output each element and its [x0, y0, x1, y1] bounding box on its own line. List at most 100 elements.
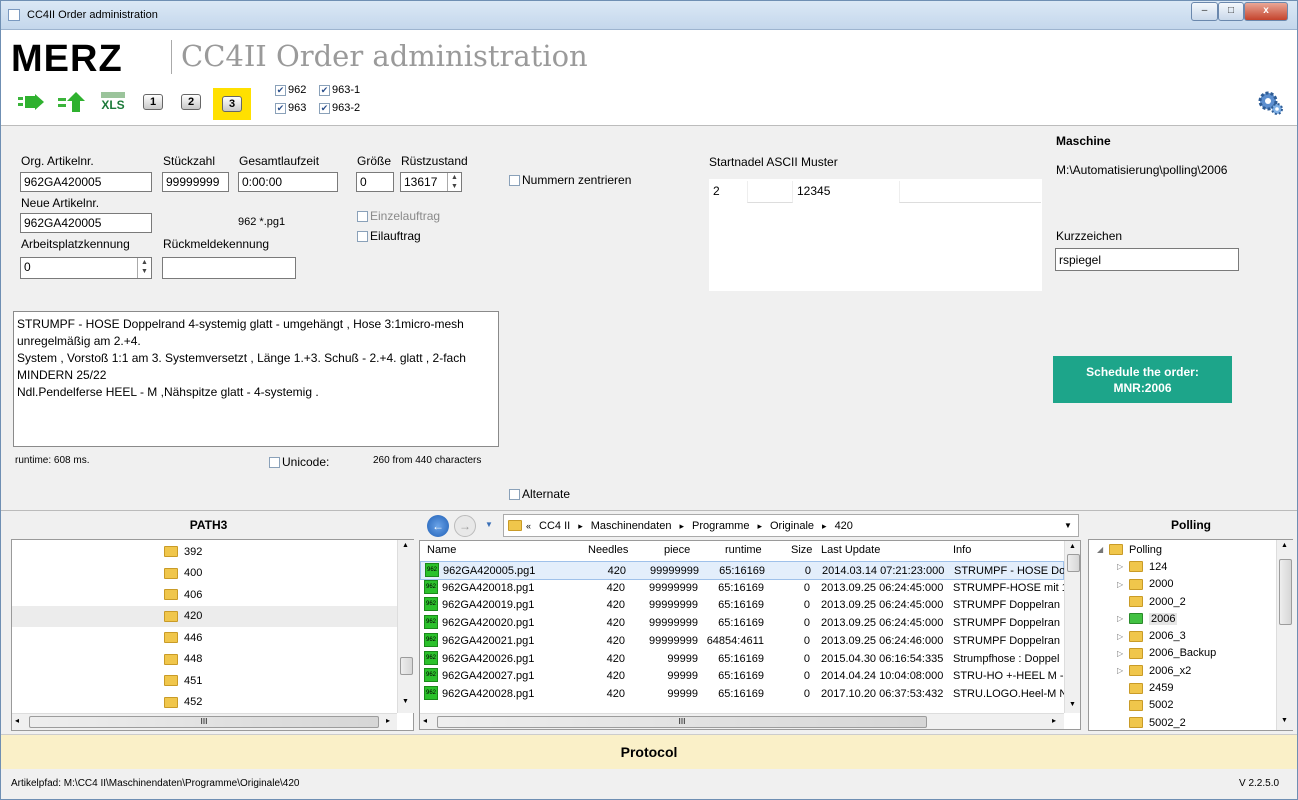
grid-vscroll[interactable]: ▲ ▼ [1064, 541, 1080, 713]
polling-tree[interactable]: ◢ Polling ▷ 124 ▷ 2000 2000_2 ▷ 2006 ▷ 2006_3 ▷ 2006… [1088, 539, 1293, 731]
breadcrumb-separator[interactable]: « [526, 521, 531, 531]
breadcrumb-item[interactable]: 420 [835, 520, 853, 532]
grid-vscroll-thumb[interactable] [1067, 554, 1080, 572]
protocol-bar[interactable]: Protocol [1, 734, 1297, 769]
polling-tree-item[interactable]: 2000_2 [1089, 593, 1275, 610]
scroll-right-icon[interactable]: ▸ [386, 716, 390, 725]
path3-item[interactable]: 452 [12, 692, 397, 714]
polling-vscroll-thumb[interactable] [1279, 559, 1292, 625]
einzelauftrag-checkbox[interactable]: Einzelauftrag [357, 209, 440, 223]
history-dropdown-icon[interactable]: ▼ [485, 520, 493, 529]
xls-export-button[interactable]: XLS [97, 90, 129, 114]
eilauftrag-box[interactable] [357, 231, 368, 243]
machine-filter-963-1[interactable]: ✔ 963-1 [319, 84, 360, 96]
path3-hscroll-thumb[interactable]: III [29, 716, 379, 728]
table-row[interactable]: 962 962GA420028.pg1 420 99999 65:16169 0 2017.… [420, 685, 1065, 704]
polling-tree-item[interactable]: ▷ 2000 [1089, 576, 1275, 593]
breadcrumb-dropdown-icon[interactable]: ▼ [1064, 521, 1072, 530]
kurzzeichen-input[interactable]: rspiegel [1055, 248, 1239, 271]
breadcrumb-item[interactable]: Programme [692, 520, 749, 532]
scroll-up-icon[interactable]: ▲ [402, 542, 409, 549]
export-up-button[interactable] [55, 90, 87, 114]
breadcrumb-bar[interactable]: « CC4 II ▸ Maschinendaten ▸ Programme ▸ Origina… [503, 514, 1079, 537]
ascii-value[interactable]: 12345 [797, 184, 830, 198]
path3-hscroll[interactable]: ◂ III ▸ [12, 713, 397, 730]
col-size[interactable]: Size [791, 544, 812, 556]
polling-tree-item[interactable]: ▷ 2006 [1089, 610, 1275, 627]
rueckmelde-input[interactable] [162, 257, 296, 279]
path3-item[interactable]: 400 [12, 563, 397, 585]
expand-arrow-icon[interactable]: ▷ [1117, 632, 1129, 641]
scroll-left-icon[interactable]: ◂ [15, 716, 19, 725]
path3-item[interactable]: 406 [12, 584, 397, 606]
arbeitsplatz-input[interactable]: 0 ▲ ▼ [20, 257, 152, 279]
back-button[interactable]: ← [427, 515, 449, 537]
scroll-up-icon[interactable]: ▲ [1281, 542, 1288, 549]
polling-tree-item[interactable]: ▷ 2006_3 [1089, 627, 1275, 644]
neue-artikel-input[interactable]: 962GA420005 [20, 213, 152, 233]
path3-item[interactable]: 446 [12, 627, 397, 649]
maximize-button[interactable]: □ [1218, 2, 1244, 21]
table-row[interactable]: 962 962GA420019.pg1 420 99999999 65:16169 0 20… [420, 596, 1064, 615]
file-grid[interactable]: Name Needles piece runtime Size Last Upd… [419, 540, 1081, 730]
startnadel-value[interactable]: 2 [713, 184, 720, 198]
polling-tree-item[interactable]: 2459 [1089, 679, 1275, 696]
org-artikel-input[interactable]: 962GA420005 [20, 172, 152, 192]
expand-arrow-icon[interactable]: ◢ [1097, 545, 1109, 554]
machine-filter-963-2[interactable]: ✔ 963-2 [319, 102, 360, 114]
scroll-down-icon[interactable]: ▼ [1281, 717, 1288, 724]
checkbox-963-1[interactable]: ✔ [319, 84, 330, 96]
table-row[interactable]: 962 962GA420018.pg1 420 99999999 65:16169 0 20… [420, 579, 1065, 598]
col-info[interactable]: Info [953, 544, 971, 556]
view-2-button[interactable]: 2 [177, 90, 205, 114]
expand-arrow-icon[interactable]: ▷ [1117, 580, 1129, 589]
groesse-input[interactable]: 0 [356, 172, 394, 192]
expand-arrow-icon[interactable]: ▷ [1117, 666, 1129, 675]
arbeitsplatz-spinner[interactable]: ▲ ▼ [137, 258, 151, 278]
polling-vscroll[interactable]: ▲ ▼ [1276, 540, 1293, 730]
polling-tree-item[interactable]: ▷ 2006_Backup [1089, 645, 1275, 662]
scroll-left-icon[interactable]: ◂ [423, 716, 427, 725]
polling-tree-item[interactable]: ▷ 2006_x2 [1089, 662, 1275, 679]
eilauftrag-checkbox[interactable]: Eilauftrag [357, 229, 421, 243]
table-row[interactable]: 962 962GA420026.pg1 420 99999 65:16169 0 2015.… [420, 650, 1064, 669]
unicode-box[interactable] [269, 457, 280, 469]
path3-item[interactable]: 448 [12, 649, 397, 671]
table-row[interactable]: 962 962GA420005.pg1 420 99999999 65:16169 0 20… [420, 561, 1066, 580]
scroll-down-icon[interactable]: ▼ [1069, 701, 1076, 708]
scroll-up-icon[interactable]: ▲ [1069, 543, 1076, 550]
expand-arrow-icon[interactable]: ▷ [1117, 562, 1129, 571]
ruestzustand-spinner[interactable]: ▲ ▼ [447, 173, 461, 191]
scroll-right-icon[interactable]: ▸ [1052, 716, 1056, 725]
forward-button[interactable]: → [454, 515, 476, 537]
col-piece[interactable]: piece [664, 544, 690, 556]
polling-tree-item[interactable]: ◢ Polling [1089, 541, 1275, 558]
polling-tree-item[interactable]: 5002_2 [1089, 714, 1275, 731]
table-row[interactable]: 962 962GA420027.pg1 420 99999 65:16169 0 2014.… [420, 667, 1064, 686]
polling-tree-item[interactable]: ▷ 124 [1089, 558, 1275, 575]
expand-arrow-icon[interactable]: ▷ [1117, 649, 1129, 658]
close-button[interactable]: x [1244, 2, 1288, 21]
path3-item[interactable]: 451 [12, 670, 397, 692]
table-row[interactable]: 962 962GA420020.pg1 420 99999999 65:16169 0 20… [420, 614, 1064, 633]
einzelauftrag-box[interactable] [357, 211, 368, 223]
checkbox-962[interactable]: ✔ [275, 84, 286, 96]
breadcrumb-separator[interactable]: ▸ [679, 521, 684, 531]
ruestzustand-input[interactable]: 13617 ▲ ▼ [400, 172, 462, 192]
breadcrumb-item[interactable]: Maschinendaten [591, 520, 672, 532]
ascii-pattern-area[interactable]: 2 12345 [709, 179, 1042, 291]
alternate-box[interactable] [509, 489, 520, 501]
alternate-checkbox[interactable]: Alternate [509, 487, 570, 501]
polling-tree-item[interactable]: 5002 [1089, 697, 1275, 714]
breadcrumb-separator[interactable]: ▸ [578, 521, 583, 531]
col-needles[interactable]: Needles [588, 544, 628, 556]
expand-arrow-icon[interactable]: ▷ [1117, 614, 1129, 623]
import-arrow-button[interactable] [15, 90, 47, 114]
minimize-button[interactable]: – [1191, 2, 1218, 21]
machine-filter-962[interactable]: ✔ 962 [275, 84, 306, 96]
path3-item[interactable]: 392 [12, 541, 397, 563]
view-1-button[interactable]: 1 [139, 90, 167, 114]
unicode-checkbox[interactable]: Unicode: [269, 455, 329, 469]
scroll-down-icon[interactable]: ▼ [402, 698, 409, 705]
path3-list[interactable]: 392 400 406 420 446 448 451 452 ▲ ▼ ◂ III ▸ [11, 539, 414, 731]
